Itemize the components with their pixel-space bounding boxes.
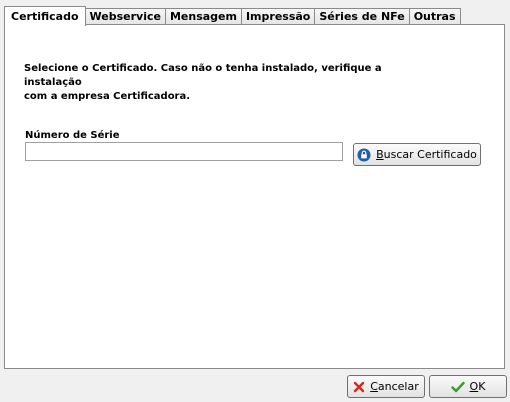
instructions-line-1: Selecione o Certificado. Caso não o tenh… (24, 63, 382, 88)
serial-number-label: Número de Série (25, 130, 120, 141)
tab-outras[interactable]: Outras (408, 8, 461, 25)
tab-certificado[interactable]: Certificado (4, 6, 86, 26)
tab-panel-certificado: Selecione o Certificado. Caso não o tenh… (4, 24, 505, 369)
lock-icon (357, 148, 371, 162)
ok-button[interactable]: OK (429, 375, 507, 398)
cancel-label: Cancelar (370, 380, 419, 393)
tab-strip: Certificado Webservice Mensagem Impressã… (4, 5, 461, 26)
search-certificate-button[interactable]: Buscar Certificado (353, 143, 481, 166)
tab-webservice[interactable]: Webservice (84, 8, 166, 25)
search-certificate-label: Buscar Certificado (376, 148, 477, 161)
cancel-button[interactable]: Cancelar (347, 375, 425, 398)
checkmark-icon (450, 381, 465, 393)
tab-mensagem[interactable]: Mensagem (164, 8, 242, 25)
ok-label: OK (469, 380, 486, 393)
tab-impressao[interactable]: Impressão (240, 8, 316, 25)
serial-number-input[interactable] (25, 142, 343, 161)
close-icon (353, 381, 365, 393)
instructions-line-2: com a empresa Certificadora. (24, 91, 191, 102)
instructions-text: Selecione o Certificado. Caso não o tenh… (24, 62, 404, 104)
tab-series-nfe[interactable]: Séries de NFe (314, 8, 410, 25)
